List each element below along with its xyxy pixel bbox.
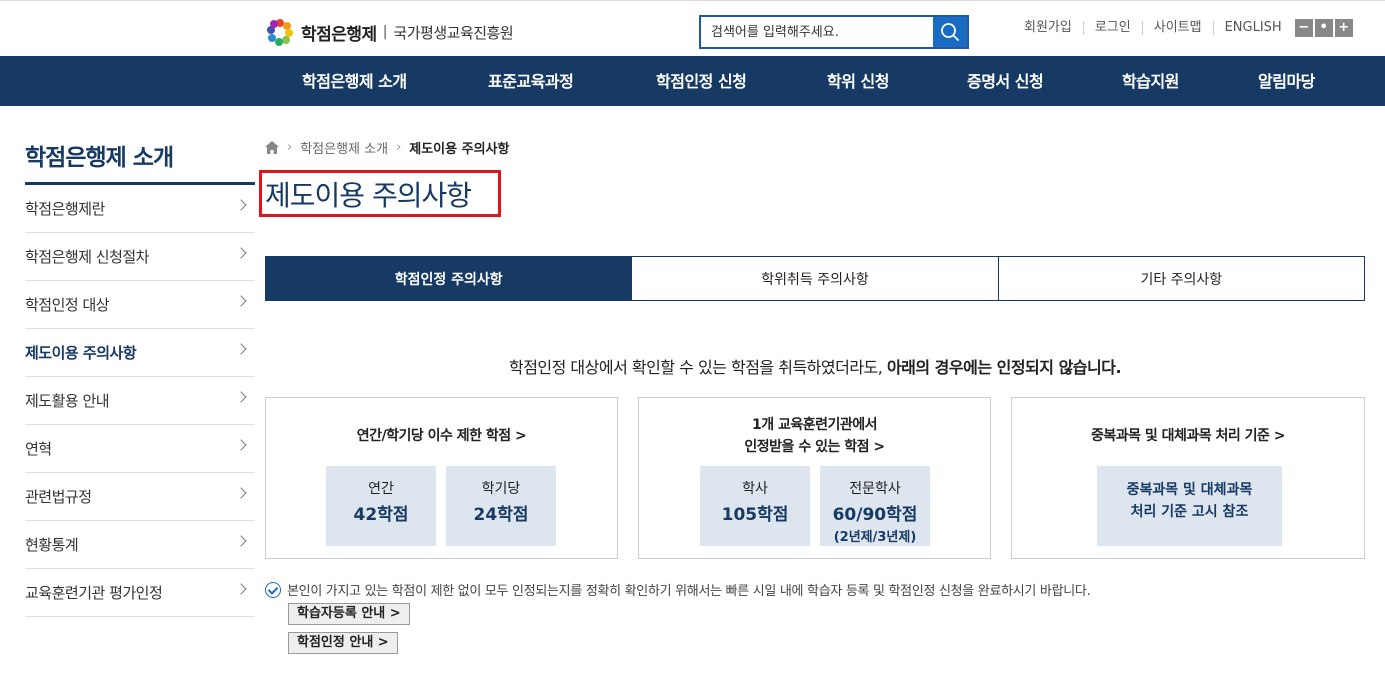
lnb-item-about[interactable]: 학점은행제란 bbox=[25, 185, 255, 233]
breadcrumb: › 학점은행제 소개 › 제도이용 주의사항 bbox=[265, 138, 509, 157]
lnb-item-label: 현황통계 bbox=[25, 536, 79, 554]
home-icon[interactable] bbox=[265, 141, 279, 154]
info-box-duplicate-standard: 중복과목 및 대체과목 처리 기준 고시 참조 bbox=[1097, 466, 1282, 546]
lnb-item-regulations[interactable]: 관련법규정 bbox=[25, 473, 255, 521]
login-link[interactable]: 로그인 bbox=[1082, 21, 1142, 35]
breadcrumb-current: 제도이용 주의사항 bbox=[409, 142, 510, 157]
site-logo[interactable]: 학점은행제 | 국가평생교육진흥원 bbox=[265, 17, 514, 47]
breadcrumb-parent[interactable]: 학점은행제 소개 bbox=[300, 138, 388, 157]
info-box-line1: 중복과목 및 대체과목 bbox=[1126, 482, 1253, 498]
search-icon bbox=[941, 23, 960, 42]
search-button[interactable] bbox=[933, 17, 967, 47]
lnb-item-statistics[interactable]: 현황통계 bbox=[25, 521, 255, 569]
page-title: 제도이용 주의사항 bbox=[265, 179, 472, 212]
info-box-label: 연간 bbox=[368, 481, 394, 497]
info-box-label: 전문학사 bbox=[849, 481, 901, 497]
info-box-bachelor: 학사 105학점 bbox=[700, 466, 810, 546]
credit-recognition-guide-button[interactable]: 학점인정 안내 > bbox=[288, 632, 398, 654]
lnb-item-label: 제도이용 주의사항 bbox=[25, 344, 137, 362]
lnb-item-label: 교육훈련기관 평가인정 bbox=[25, 584, 163, 602]
lnb-item-credit-target[interactable]: 학점인정 대상 bbox=[25, 281, 255, 329]
info-box-line2: 처리 기준 고시 참조 bbox=[1130, 504, 1249, 520]
gnb-item-curriculum[interactable]: 표준교육과정 bbox=[488, 56, 574, 106]
card-title-line2[interactable]: 인정받을 수 있는 학점 > bbox=[639, 437, 990, 458]
lnb-title: 학점은행제 소개 bbox=[25, 145, 174, 171]
breadcrumb-separator-icon: › bbox=[396, 140, 402, 155]
utility-menu: 회원가입 로그인 사이트맵 ENGLISH − • + bbox=[1024, 19, 1353, 37]
lnb-item-cautions[interactable]: 제도이용 주의사항 bbox=[25, 329, 255, 377]
info-box-value: 60/90학점 bbox=[832, 505, 918, 525]
card-yearly-limit: 연간/학기당 이수 제한 학점 > 연간 42학점 학기당 24학점 bbox=[265, 397, 618, 559]
gnb-item-notice[interactable]: 알림마당 bbox=[1258, 56, 1315, 106]
chevron-right-icon bbox=[235, 391, 247, 403]
tab-credit-cautions[interactable]: 학점인정 주의사항 bbox=[266, 257, 632, 300]
notice-text: 본인이 가지고 있는 학점이 제한 없이 모두 인정되는지를 정확히 확인하기 … bbox=[287, 584, 1091, 599]
chevron-right-icon bbox=[235, 583, 247, 595]
chevron-right-icon bbox=[235, 439, 247, 451]
card-title-line1[interactable]: 1개 교육훈련기관에서 bbox=[639, 415, 990, 436]
info-box-label: 학기당 bbox=[481, 481, 521, 497]
lnb-item-history[interactable]: 연혁 bbox=[25, 425, 255, 473]
zoom-controls: − • + bbox=[1294, 19, 1353, 37]
gnb-item-credit-apply[interactable]: 학점인정 신청 bbox=[656, 56, 747, 106]
breadcrumb-separator-icon: › bbox=[287, 140, 293, 155]
lnb-item-usage-guide[interactable]: 제도활용 안내 bbox=[25, 377, 255, 425]
lnb-item-procedure[interactable]: 학점은행제 신청절차 bbox=[25, 233, 255, 281]
intro-text: 학점인정 대상에서 확인할 수 있는 학점을 취득하였더라도, 아래의 경우에는… bbox=[265, 354, 1365, 378]
chevron-right-icon bbox=[235, 247, 247, 259]
sitemap-link[interactable]: 사이트맵 bbox=[1141, 21, 1213, 35]
chevron-right-icon bbox=[235, 535, 247, 547]
lnb-item-label: 연혁 bbox=[25, 440, 52, 458]
chevron-right-icon bbox=[235, 487, 247, 499]
signup-link[interactable]: 회원가입 bbox=[1024, 21, 1083, 35]
logo-flower-icon bbox=[267, 19, 293, 46]
chevron-right-icon bbox=[235, 343, 247, 355]
search-input[interactable] bbox=[701, 17, 933, 47]
tab-degree-cautions[interactable]: 학위취득 주의사항 bbox=[631, 257, 997, 300]
english-link[interactable]: ENGLISH bbox=[1212, 21, 1293, 35]
tab-other-cautions[interactable]: 기타 주의사항 bbox=[997, 257, 1364, 300]
info-box-note: (2년제/3년제) bbox=[833, 530, 917, 545]
gnb-item-learning-support[interactable]: 학습지원 bbox=[1122, 56, 1179, 106]
lnb-item-institution-eval[interactable]: 교육훈련기관 평가인정 bbox=[25, 569, 255, 617]
lnb-item-label: 학점은행제란 bbox=[25, 200, 105, 218]
card-title[interactable]: 연간/학기당 이수 제한 학점 > bbox=[266, 426, 617, 447]
intro-bold: 아래의 경우에는 인정되지 않습니다. bbox=[886, 358, 1122, 377]
logo-title: 학점은행제 bbox=[301, 24, 377, 45]
logo-separator: | bbox=[382, 24, 388, 40]
search-form bbox=[699, 15, 969, 49]
zoom-in-button[interactable]: + bbox=[1334, 19, 1353, 37]
global-nav: 학점은행제 소개 표준교육과정 학점인정 신청 학위 신청 증명서 신청 학습지… bbox=[0, 56, 1385, 106]
lnb-item-label: 학점은행제 신청절차 bbox=[25, 248, 149, 266]
info-box-value: 42학점 bbox=[353, 505, 409, 525]
card-title[interactable]: 중복과목 및 대체과목 처리 기준 > bbox=[1012, 426, 1364, 447]
lnb-item-label: 학점인정 대상 bbox=[25, 296, 110, 314]
info-box-value: 105학점 bbox=[721, 505, 789, 525]
info-box-value: 24학점 bbox=[473, 505, 529, 525]
notice-line: 본인이 가지고 있는 학점이 제한 없이 모두 인정되는지를 정확히 확인하기 … bbox=[265, 580, 1091, 599]
logo-org-name: 국가평생교육진흥원 bbox=[393, 23, 514, 42]
card-duplicate-course: 중복과목 및 대체과목 처리 기준 > 중복과목 및 대체과목 처리 기준 고시… bbox=[1011, 397, 1365, 559]
zoom-reset-button[interactable]: • bbox=[1314, 19, 1333, 37]
top-header: 학점은행제 | 국가평생교육진흥원 회원가입 로그인 사이트맵 ENGLISH … bbox=[0, 0, 1385, 56]
zoom-out-button[interactable]: − bbox=[1294, 19, 1313, 37]
intro-normal: 학점인정 대상에서 확인할 수 있는 학점을 취득하였더라도, bbox=[508, 358, 887, 377]
content-tabs: 학점인정 주의사항 학위취득 주의사항 기타 주의사항 bbox=[265, 256, 1365, 301]
learner-registration-guide-button[interactable]: 학습자등록 안내 > bbox=[288, 603, 410, 625]
lnb-item-label: 제도활용 안내 bbox=[25, 392, 110, 410]
lnb-item-label: 관련법규정 bbox=[25, 488, 92, 506]
chevron-right-icon bbox=[235, 199, 247, 211]
info-box-semester: 학기당 24학점 bbox=[446, 466, 556, 546]
check-circle-icon bbox=[265, 581, 281, 598]
gnb-item-intro[interactable]: 학점은행제 소개 bbox=[302, 56, 407, 106]
info-box-associate: 전문학사 60/90학점 (2년제/3년제) bbox=[820, 466, 930, 546]
gnb-item-degree-apply[interactable]: 학위 신청 bbox=[827, 56, 889, 106]
card-institution-limit: 1개 교육훈련기관에서 인정받을 수 있는 학점 > 학사 105학점 전문학사… bbox=[638, 397, 991, 559]
info-box-yearly: 연간 42학점 bbox=[326, 466, 436, 546]
chevron-right-icon bbox=[235, 295, 247, 307]
info-box-label: 학사 bbox=[742, 481, 768, 497]
gnb-item-certificate[interactable]: 증명서 신청 bbox=[967, 56, 1044, 106]
